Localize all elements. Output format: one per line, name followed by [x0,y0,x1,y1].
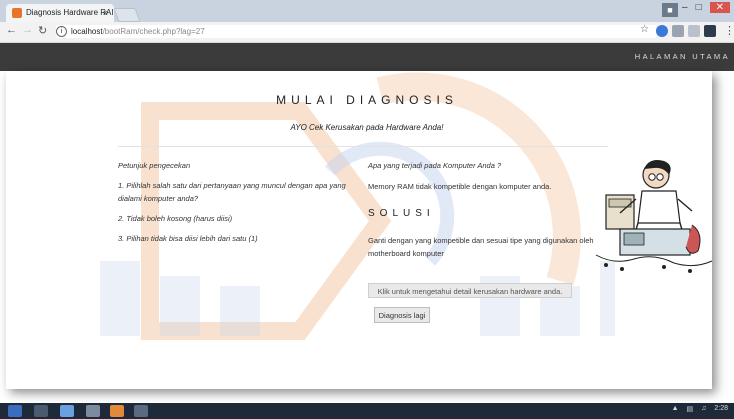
extension-icon[interactable] [688,25,700,37]
clock[interactable]: 2:28 [714,405,728,413]
taskbar-app-icon[interactable] [110,405,124,417]
site-navbar: HALAMAN UTAMA [0,43,734,71]
instruction-item: 2. Tidak boleh kosong (harus diisi) [118,214,233,223]
taskbar-app-icon[interactable] [60,405,74,417]
diagnose-again-button[interactable]: Diagnosis lagi [374,307,430,323]
instruction-item: 3. Pilihan tidak bisa diisi lebih dari s… [118,234,258,243]
extension-icon[interactable] [704,25,716,37]
volume-icon[interactable]: ♫ [701,405,706,413]
result-panel: Apa yang terjadi pada Komputer Anda ? Me… [368,159,608,272]
taskbar-app-icon[interactable] [34,405,48,417]
system-tray: ▲ ▤ ♫ 2:28 [672,405,728,413]
bookmark-star-icon[interactable]: ☆ [640,24,649,35]
tab-title: Diagnosis Hardware RAI [26,8,114,17]
instructions-heading: Petunjuk pengecekan [118,161,191,170]
reload-icon[interactable]: ↻ [38,24,47,37]
taskbar-app-icon[interactable] [86,405,100,417]
nav-home-link[interactable]: HALAMAN UTAMA [635,52,730,61]
extension-icon[interactable] [672,25,684,37]
menu-icon[interactable]: ⋮ [724,24,734,37]
browser-tab-strip: Diagnosis Hardware RAI × ■ – □ ✕ [0,0,734,22]
solution-heading: SOLUSI [368,208,435,219]
solution-text: Ganti dengan yang kompetible dan sesuai … [368,236,594,258]
window-close-icon[interactable]: ✕ [709,2,730,13]
detail-button[interactable]: Klik untuk mengetahui detail kerusakan h… [368,283,572,298]
instructions-panel: Petunjuk pengecekan 1. Pilihlah salah sa… [118,159,358,252]
extension-icon[interactable] [656,25,668,37]
tray-arrow-icon[interactable]: ▲ [672,405,679,413]
back-icon[interactable]: ← [6,24,17,36]
result-answer: Memory RAM tidak kompetible dengan kompu… [368,182,552,191]
maximize-icon[interactable]: □ [696,2,702,13]
main-content: MULAI DIAGNOSIS AYO Cek Kerusakan pada H… [0,71,734,393]
info-icon[interactable]: i [56,26,67,38]
forward-icon[interactable]: → [22,24,33,36]
browser-tab[interactable]: Diagnosis Hardware RAI × [6,4,114,22]
result-question: Apa yang terjadi pada Komputer Anda ? [368,161,502,170]
browser-toolbar: ← → ↻ i localhost/bootRam/check.php?lag=2… [0,22,734,43]
taskbar-app-icon[interactable] [134,405,148,417]
start-icon[interactable] [8,405,22,417]
page-title: MULAI DIAGNOSIS [276,93,458,107]
address-bar[interactable]: i localhost/bootRam/check.php?lag=27 [56,25,656,38]
url-path: /bootRam/check.php?lag=27 [102,27,205,36]
new-tab-button[interactable] [113,8,141,22]
divider [118,146,608,147]
technician-illustration [595,160,713,273]
instruction-item: 1. Pilihlah salah satu dari pertanyaan y… [118,181,346,203]
network-icon[interactable]: ▤ [687,405,694,413]
windows-taskbar: ▲ ▤ ♫ 2:28 [0,403,734,419]
url-host: localhost [71,27,103,36]
tab-close-icon[interactable]: × [103,4,108,22]
user-profile-icon[interactable]: ■ [662,3,678,17]
page-subtitle: AYO Cek Kerusakan pada Hardware Anda! [290,123,444,132]
minimize-icon[interactable]: – [682,2,688,13]
favicon-icon [12,8,22,18]
window-controls: – □ ✕ [682,2,730,13]
